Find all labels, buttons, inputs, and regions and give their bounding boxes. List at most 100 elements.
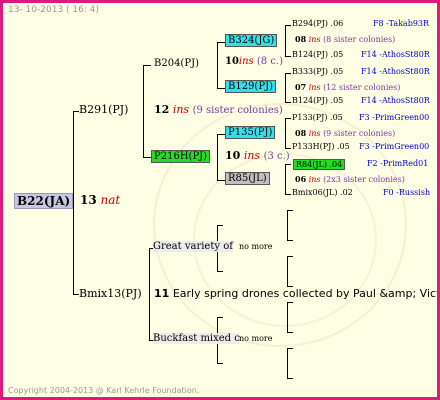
gen4-link[interactable]: F14 -AthosSt80R [361, 96, 430, 105]
gen4-value: .05 [330, 113, 343, 122]
gen4-row[interactable]: B333(PJ) .05 [292, 67, 343, 76]
gen2-b204[interactable]: B204(PJ) [154, 58, 199, 69]
gen2-p216h-sisters: (3 c.) [263, 151, 290, 162]
gen4-value: .04 [329, 160, 343, 169]
root-year: 13 nat [80, 193, 120, 207]
connector [143, 157, 151, 158]
gen4-ins: ins [308, 35, 321, 44]
empty-connector [287, 240, 293, 241]
connector [217, 134, 225, 135]
gen4-num: 06 [295, 174, 307, 184]
root-insemination: nat [100, 193, 121, 207]
gen1-queen-father[interactable]: B291(PJ) [79, 103, 128, 116]
empty-connector [287, 378, 293, 379]
root-year-num: 13 [80, 193, 97, 207]
empty-connector [287, 332, 293, 333]
gen2-b204-detail: 12 ins (9 sister colonies) [154, 103, 283, 116]
gen4-name: R84(JL) [296, 160, 327, 169]
gen4-row[interactable]: P133H(PJ) .05 [292, 142, 350, 151]
empty-connector [287, 348, 288, 378]
copyright-footer: Copyright 2004-2013 @ Karl Kehrle Founda… [8, 386, 200, 395]
gen4-value: .05 [330, 96, 344, 105]
pedigree-panel: 13- 10-2013 ( 16: 4) B22(JA) 13 nat B291… [0, 0, 440, 400]
gen4-row[interactable]: P133(PJ) .05 [292, 113, 343, 122]
gen4-ins: ins [308, 83, 321, 92]
gen2-b204-ins: ins [172, 103, 190, 116]
gen4-link[interactable]: F14 -AthosSt80R [361, 50, 430, 59]
gen4-note: (2x3 sister colonies) [323, 175, 405, 184]
gen4-row[interactable]: B124(PJ) .05 [292, 50, 343, 59]
gen4-link[interactable]: F8 -Takab93R [373, 19, 429, 28]
gen1-drone-note: 11 Early spring drones collected by Paul… [154, 287, 440, 300]
connector [285, 102, 291, 103]
gen4-sister-row: 06 ins (2x3 sister colonies) [295, 174, 405, 184]
gen1-drone-note-text: Early spring drones collected by Paul &a… [172, 287, 440, 300]
gen4-link[interactable]: F2 -PrimRed01 [367, 159, 428, 168]
connector [285, 73, 286, 102]
gen3-b324-num: 10 [225, 56, 239, 67]
gen4-row-highlight[interactable]: R84(JL) .04 [293, 159, 346, 170]
connector [285, 118, 291, 119]
gen4-ins: ins [308, 129, 321, 138]
gen4-value: .05 [330, 50, 344, 59]
connector [285, 25, 291, 26]
gen4-link[interactable]: F0 -Russish [383, 188, 430, 197]
gen4-value: .02 [340, 188, 353, 197]
gen2-p216h[interactable]: P216H(PJ) [151, 150, 211, 163]
gen4-link[interactable]: F3 -PrimGreen00 [359, 142, 429, 151]
gen4-sister-row: 07 ins (12 sister colonies) [295, 82, 400, 92]
connector [285, 194, 291, 195]
gen3-b324-detail: 10ins (8 c.) [225, 56, 283, 67]
connector [285, 164, 291, 165]
empty-connector [217, 317, 223, 318]
gen4-name: B124(PJ) [292, 50, 328, 59]
gen4-name: Bmix06(JL) [292, 188, 338, 197]
gen2-p216h-label: P216H(PJ) [154, 151, 208, 162]
gen2-p216h-ins: ins [243, 149, 261, 162]
gen3-b324[interactable]: B324(JG) [225, 34, 278, 47]
empty-connector [287, 302, 288, 332]
gen3-b324-ins: ins [238, 56, 254, 67]
gen3-r85-label: R85(JL) [228, 173, 267, 184]
empty-connector [287, 302, 293, 303]
gen4-name: P133(PJ) [292, 113, 328, 122]
gen4-name: B333(PJ) [292, 67, 328, 76]
gen1-drone-source[interactable]: Bmix13(PJ) [79, 287, 142, 300]
gen2-buckfast-mixed[interactable]: Buckfast mixed c [153, 333, 240, 344]
empty-connector [287, 210, 293, 211]
gen4-note: (8 sister colonies) [323, 35, 396, 44]
gen4-name: P133H(PJ) [292, 142, 335, 151]
connector [217, 180, 225, 181]
gen4-ins: ins [308, 175, 321, 184]
empty-connector [217, 363, 223, 364]
gen3-r85[interactable]: R85(JL) [225, 172, 270, 185]
gen4-note: (9 sister colonies) [323, 129, 396, 138]
gen2-great-variety-more: no more [239, 242, 273, 251]
gen4-num: 08 [295, 128, 307, 138]
gen4-sister-row: 08 ins (8 sister colonies) [295, 34, 395, 44]
connector [285, 164, 286, 194]
gen3-p135[interactable]: P135(PJ) [225, 126, 276, 139]
gen3-b129[interactable]: B129(PJ) [225, 80, 276, 93]
gen2-great-variety[interactable]: Great variety of [153, 241, 233, 252]
root-queen-label: B22(JA) [17, 194, 71, 208]
connector [217, 42, 225, 43]
gen4-row[interactable]: Bmix06(JL) .02 [292, 188, 353, 197]
gen3-b324-sisters: (8 c.) [256, 56, 284, 67]
gen4-link[interactable]: F14 -AthosSt80R [361, 67, 430, 76]
gen4-row[interactable]: B294(PJ) .06 [292, 19, 343, 28]
gen4-link[interactable]: F3 -PrimGreen00 [359, 113, 429, 122]
gen4-name: B124(PJ) [292, 96, 328, 105]
root-queen[interactable]: B22(JA) [14, 193, 74, 209]
gen3-b324-label: B324(JG) [228, 35, 275, 46]
empty-connector [287, 210, 288, 240]
connector [285, 25, 286, 56]
gen4-row[interactable]: B124(PJ) .05 [292, 96, 343, 105]
empty-connector [287, 256, 288, 286]
connector [217, 88, 225, 89]
empty-connector [217, 225, 223, 226]
connector [149, 248, 150, 341]
gen4-value: .05 [330, 67, 344, 76]
connector [217, 42, 218, 88]
connector [217, 134, 218, 180]
